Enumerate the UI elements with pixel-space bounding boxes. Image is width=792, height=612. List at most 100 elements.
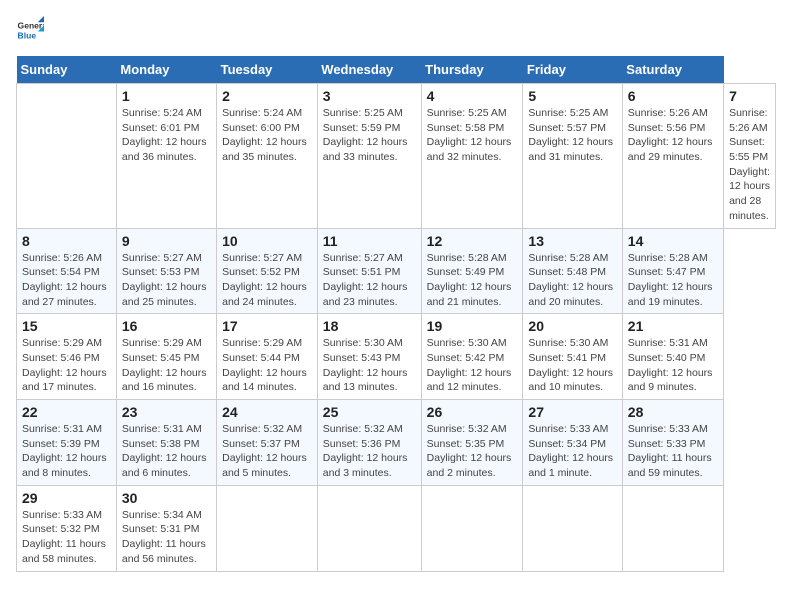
calendar-cell: 18 Sunrise: 5:30 AMSunset: 5:43 PMDayligh… [317,314,421,400]
day-number: 23 [122,404,211,420]
day-info: Sunrise: 5:28 AMSunset: 5:48 PMDaylight:… [528,251,616,310]
calendar-cell: 27Sunrise: 5:33 AMSunset: 5:34 PMDayligh… [523,400,622,486]
calendar-cell: 21 Sunrise: 5:31 AMSunset: 5:40 PMDayligh… [622,314,723,400]
day-info: Sunrise: 5:32 AMSunset: 5:36 PMDaylight:… [323,422,416,481]
day-number: 22 [22,404,111,420]
day-info: Sunrise: 5:32 AMSunset: 5:35 PMDaylight:… [427,422,518,481]
calendar-cell: 28 Sunrise: 5:33 AMSunset: 5:33 PMDayligh… [622,400,723,486]
day-info: Sunrise: 5:27 AMSunset: 5:52 PMDaylight:… [222,251,312,310]
calendar-cell: 3 Sunrise: 5:25 AMSunset: 5:59 PMDaylight… [317,84,421,229]
calendar-cell [421,485,523,571]
calendar-cell: 4 Sunrise: 5:25 AMSunset: 5:58 PMDaylight… [421,84,523,229]
day-number: 21 [628,318,718,334]
calendar-cell: 29 Sunrise: 5:33 AMSunset: 5:32 PMDayligh… [17,485,117,571]
day-info: Sunrise: 5:33 AMSunset: 5:34 PMDaylight:… [528,422,616,481]
calendar-cell [523,485,622,571]
logo: General Blue [16,16,48,44]
day-number: 13 [528,233,616,249]
calendar-cell: 9 Sunrise: 5:27 AMSunset: 5:53 PMDaylight… [116,228,216,314]
day-info: Sunrise: 5:26 AMSunset: 5:55 PMDaylight:… [729,106,770,224]
day-info: Sunrise: 5:29 AMSunset: 5:44 PMDaylight:… [222,336,312,395]
day-number: 4 [427,88,518,104]
day-number: 3 [323,88,416,104]
logo-icon: General Blue [16,16,44,44]
col-header-saturday: Saturday [622,56,723,84]
day-number: 15 [22,318,111,334]
day-info: Sunrise: 5:33 AMSunset: 5:33 PMDaylight:… [628,422,718,481]
calendar-cell: 2 Sunrise: 5:24 AMSunset: 6:00 PMDaylight… [217,84,318,229]
calendar-header-row: SundayMondayTuesdayWednesdayThursdayFrid… [17,56,776,84]
calendar-cell: 25 Sunrise: 5:32 AMSunset: 5:36 PMDayligh… [317,400,421,486]
calendar-cell: 1 Sunrise: 5:24 AMSunset: 6:01 PMDaylight… [116,84,216,229]
day-info: Sunrise: 5:33 AMSunset: 5:32 PMDaylight:… [22,508,111,567]
day-info: Sunrise: 5:31 AMSunset: 5:40 PMDaylight:… [628,336,718,395]
day-number: 16 [122,318,211,334]
col-header-thursday: Thursday [421,56,523,84]
day-info: Sunrise: 5:26 AMSunset: 5:54 PMDaylight:… [22,251,111,310]
day-info: Sunrise: 5:31 AMSunset: 5:39 PMDaylight:… [22,422,111,481]
day-number: 11 [323,233,416,249]
calendar-cell: 30 Sunrise: 5:34 AMSunset: 5:31 PMDayligh… [116,485,216,571]
day-info: Sunrise: 5:25 AMSunset: 5:57 PMDaylight:… [528,106,616,165]
week-row-4: 22 Sunrise: 5:31 AMSunset: 5:39 PMDayligh… [17,400,776,486]
day-info: Sunrise: 5:28 AMSunset: 5:47 PMDaylight:… [628,251,718,310]
col-header-tuesday: Tuesday [217,56,318,84]
calendar-cell: 8 Sunrise: 5:26 AMSunset: 5:54 PMDaylight… [17,228,117,314]
day-number: 20 [528,318,616,334]
day-info: Sunrise: 5:27 AMSunset: 5:53 PMDaylight:… [122,251,211,310]
day-number: 10 [222,233,312,249]
calendar-cell: 10 Sunrise: 5:27 AMSunset: 5:52 PMDayligh… [217,228,318,314]
day-number: 8 [22,233,111,249]
day-info: Sunrise: 5:28 AMSunset: 5:49 PMDaylight:… [427,251,518,310]
day-number: 12 [427,233,518,249]
col-header-friday: Friday [523,56,622,84]
calendar-cell: 20 Sunrise: 5:30 AMSunset: 5:41 PMDayligh… [523,314,622,400]
week-row-5: 29 Sunrise: 5:33 AMSunset: 5:32 PMDayligh… [17,485,776,571]
day-info: Sunrise: 5:24 AMSunset: 6:01 PMDaylight:… [122,106,211,165]
day-number: 17 [222,318,312,334]
calendar-cell [622,485,723,571]
day-number: 18 [323,318,416,334]
week-row-1: 1 Sunrise: 5:24 AMSunset: 6:01 PMDaylight… [17,84,776,229]
day-number: 25 [323,404,416,420]
calendar-cell: 14 Sunrise: 5:28 AMSunset: 5:47 PMDayligh… [622,228,723,314]
svg-text:Blue: Blue [18,31,37,41]
calendar-cell [317,485,421,571]
day-number: 7 [729,88,770,104]
col-header-sunday: Sunday [17,56,117,84]
day-info: Sunrise: 5:31 AMSunset: 5:38 PMDaylight:… [122,422,211,481]
calendar-cell: 22 Sunrise: 5:31 AMSunset: 5:39 PMDayligh… [17,400,117,486]
calendar-cell: 16Sunrise: 5:29 AMSunset: 5:45 PMDayligh… [116,314,216,400]
day-number: 26 [427,404,518,420]
calendar-cell: 12 Sunrise: 5:28 AMSunset: 5:49 PMDayligh… [421,228,523,314]
day-info: Sunrise: 5:32 AMSunset: 5:37 PMDaylight:… [222,422,312,481]
day-number: 28 [628,404,718,420]
day-number: 30 [122,490,211,506]
day-number: 24 [222,404,312,420]
day-number: 9 [122,233,211,249]
day-info: Sunrise: 5:30 AMSunset: 5:41 PMDaylight:… [528,336,616,395]
calendar-table: SundayMondayTuesdayWednesdayThursdayFrid… [16,56,776,572]
day-info: Sunrise: 5:25 AMSunset: 5:58 PMDaylight:… [427,106,518,165]
day-info: Sunrise: 5:27 AMSunset: 5:51 PMDaylight:… [323,251,416,310]
day-info: Sunrise: 5:25 AMSunset: 5:59 PMDaylight:… [323,106,416,165]
day-number: 6 [628,88,718,104]
day-info: Sunrise: 5:34 AMSunset: 5:31 PMDaylight:… [122,508,211,567]
day-number: 14 [628,233,718,249]
day-info: Sunrise: 5:30 AMSunset: 5:42 PMDaylight:… [427,336,518,395]
day-number: 5 [528,88,616,104]
week-row-2: 8 Sunrise: 5:26 AMSunset: 5:54 PMDaylight… [17,228,776,314]
day-number: 1 [122,88,211,104]
calendar-cell: 6Sunrise: 5:26 AMSunset: 5:56 PMDaylight… [622,84,723,229]
day-info: Sunrise: 5:30 AMSunset: 5:43 PMDaylight:… [323,336,416,395]
calendar-cell: 15Sunrise: 5:29 AMSunset: 5:46 PMDayligh… [17,314,117,400]
day-info: Sunrise: 5:24 AMSunset: 6:00 PMDaylight:… [222,106,312,165]
day-number: 29 [22,490,111,506]
calendar-cell [17,84,117,229]
calendar-cell: 17 Sunrise: 5:29 AMSunset: 5:44 PMDayligh… [217,314,318,400]
day-number: 2 [222,88,312,104]
col-header-monday: Monday [116,56,216,84]
week-row-3: 15Sunrise: 5:29 AMSunset: 5:46 PMDayligh… [17,314,776,400]
calendar-cell: 11 Sunrise: 5:27 AMSunset: 5:51 PMDayligh… [317,228,421,314]
calendar-cell: 19Sunrise: 5:30 AMSunset: 5:42 PMDayligh… [421,314,523,400]
